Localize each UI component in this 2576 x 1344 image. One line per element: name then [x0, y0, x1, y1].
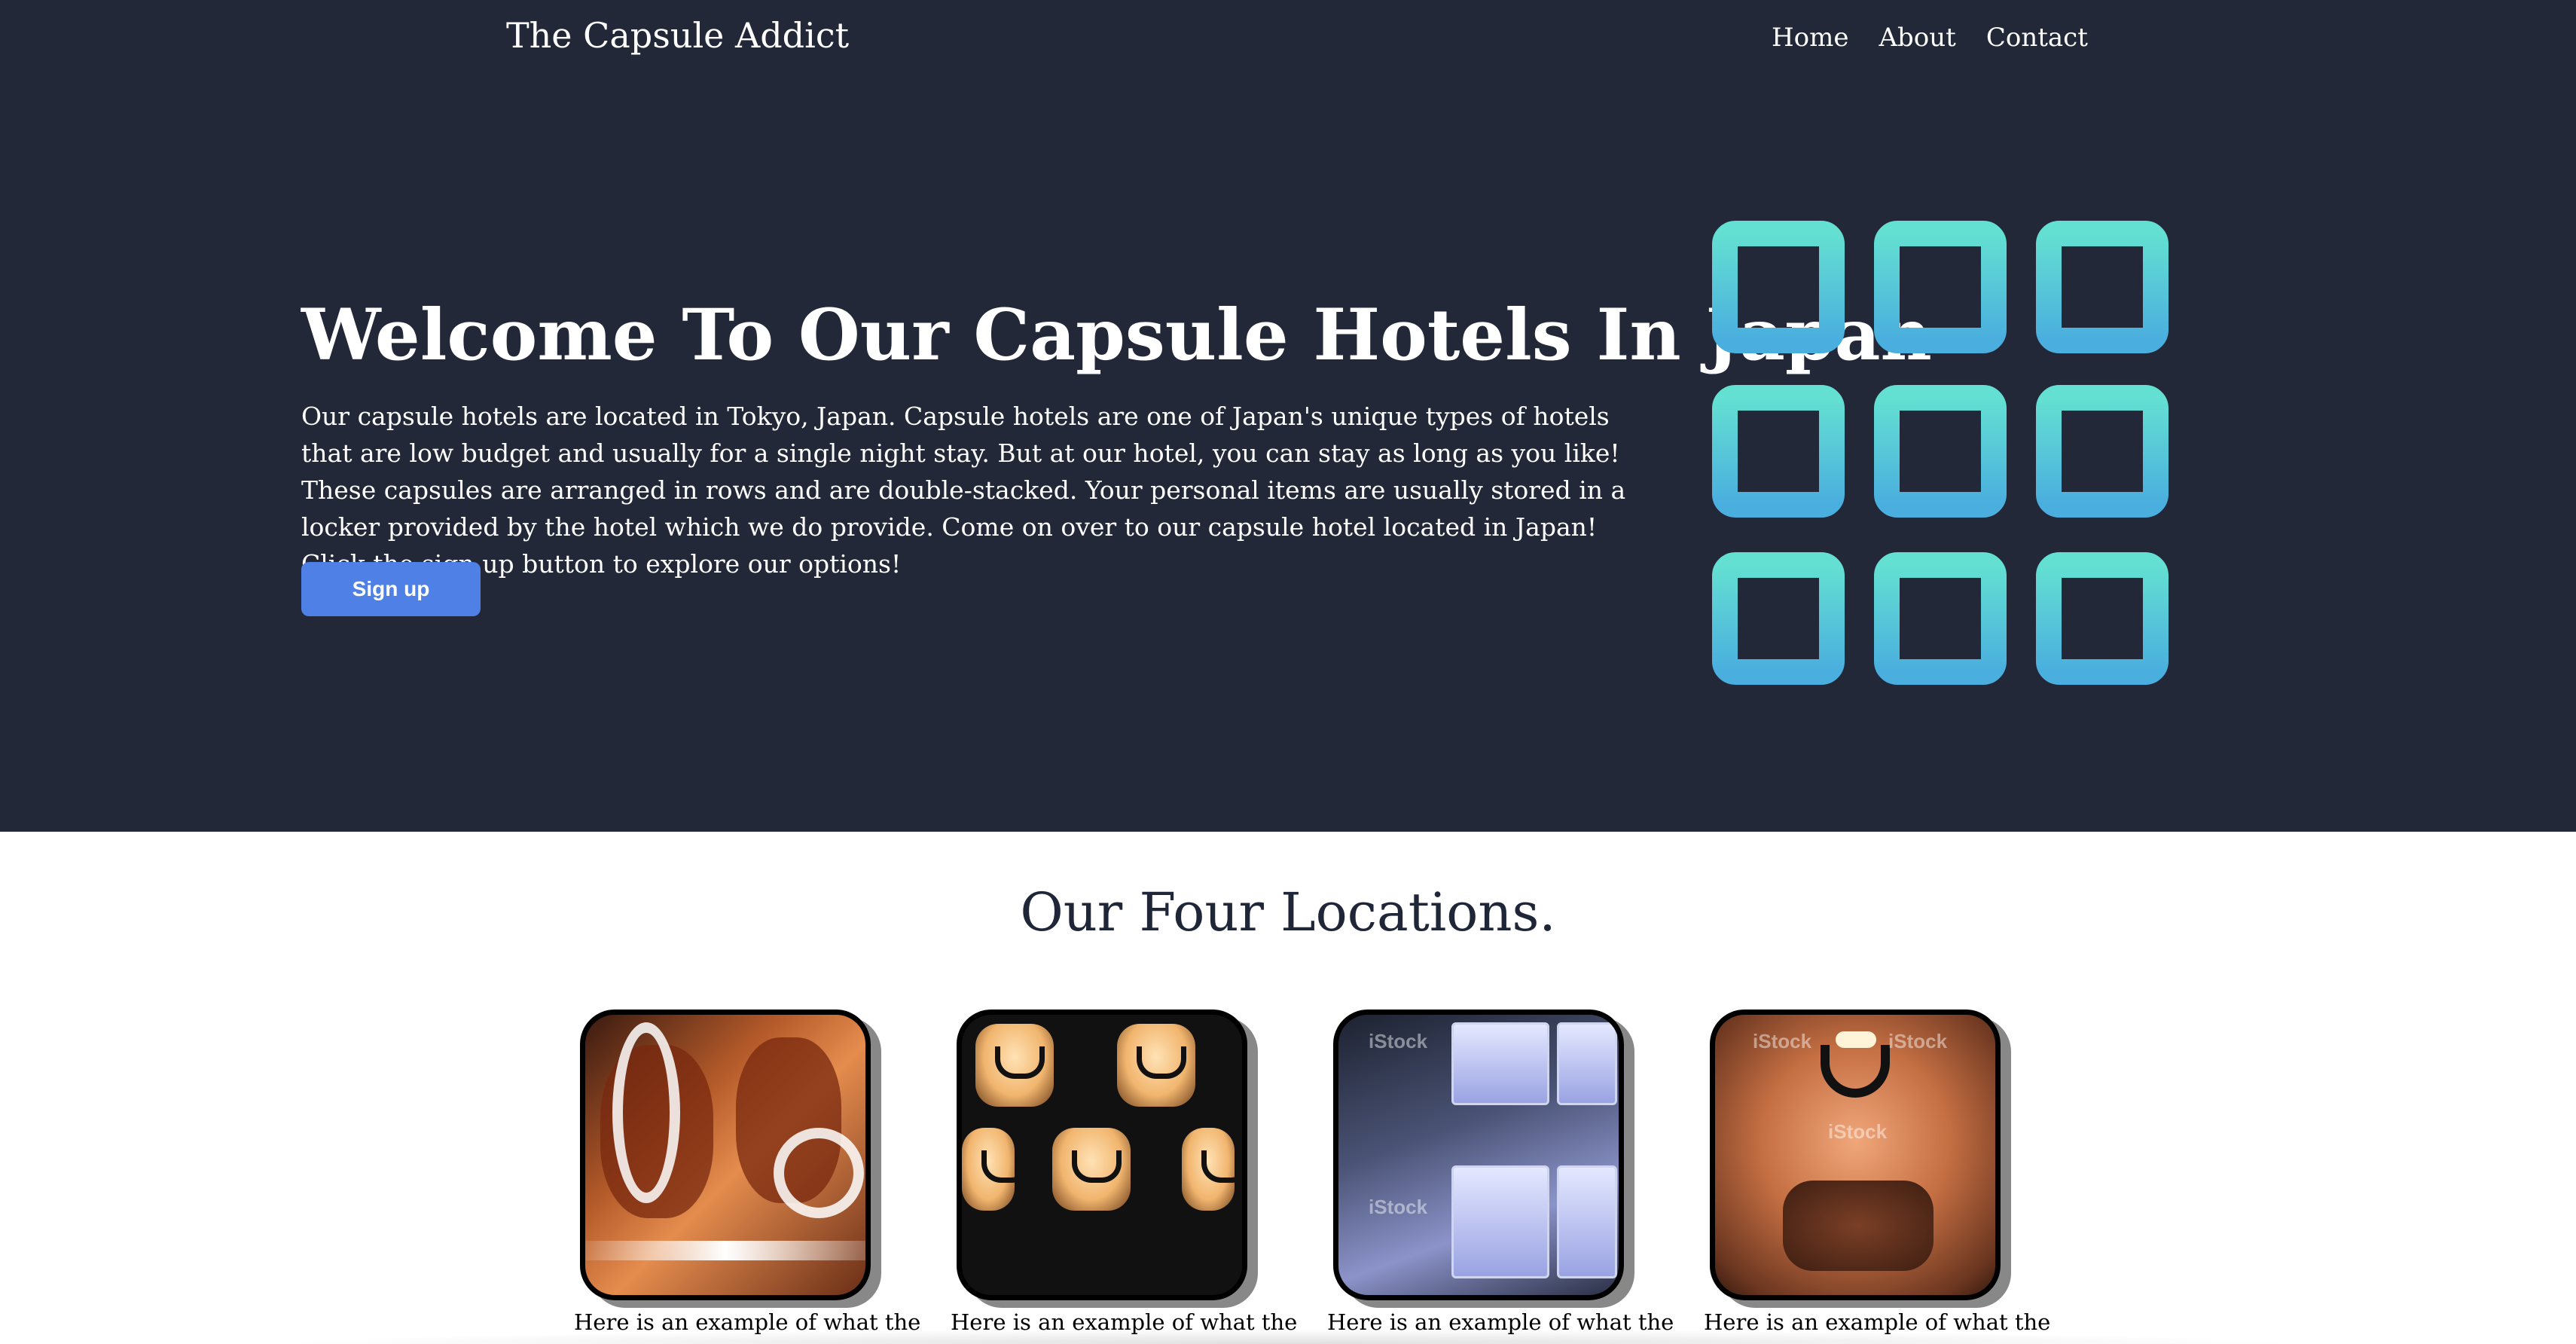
- istock-watermark: iStock: [1888, 1030, 1948, 1052]
- istock-watermark: iStock: [1369, 1030, 1428, 1052]
- location-card: iStock iStock Here is an example of what…: [1327, 1010, 1674, 1335]
- location-image[interactable]: iStock iStock: [1333, 1010, 1624, 1300]
- nav-home-link[interactable]: Home: [1772, 23, 1848, 53]
- nav-contact-link[interactable]: Contact: [1986, 23, 2088, 53]
- locations-title: Our Four Locations.: [1020, 881, 1556, 943]
- site-brand[interactable]: The Capsule Addict: [506, 15, 849, 56]
- grid-3x3-icon: [1710, 218, 2177, 701]
- location-image[interactable]: [957, 1010, 1247, 1300]
- hero-section: The Capsule Addict Home About Contact We…: [0, 0, 2576, 832]
- main-nav: Home About Contact: [1772, 23, 2088, 53]
- hero-title: Welcome To Our Capsule Hotels In Japan: [301, 294, 1932, 377]
- locations-cards: Here is an example of what the Here is a…: [0, 1010, 2576, 1344]
- location-card: Here is an example of what the: [574, 1010, 920, 1335]
- hero-description: Our capsule hotels are located in Tokyo,…: [301, 402, 1626, 579]
- location-card: Here is an example of what the: [951, 1010, 1297, 1335]
- signup-button[interactable]: Sign up: [301, 562, 481, 616]
- location-card: iStock iStock iStock Here is an example …: [1704, 1010, 2050, 1335]
- istock-watermark: iStock: [1753, 1030, 1812, 1052]
- istock-watermark: iStock: [1369, 1196, 1428, 1218]
- section-shadow: [271, 1329, 2305, 1344]
- istock-watermark: iStock: [1828, 1120, 1888, 1143]
- location-image[interactable]: iStock iStock iStock: [1710, 1010, 2001, 1300]
- nav-about-link[interactable]: About: [1879, 23, 1955, 53]
- location-image[interactable]: [580, 1010, 871, 1300]
